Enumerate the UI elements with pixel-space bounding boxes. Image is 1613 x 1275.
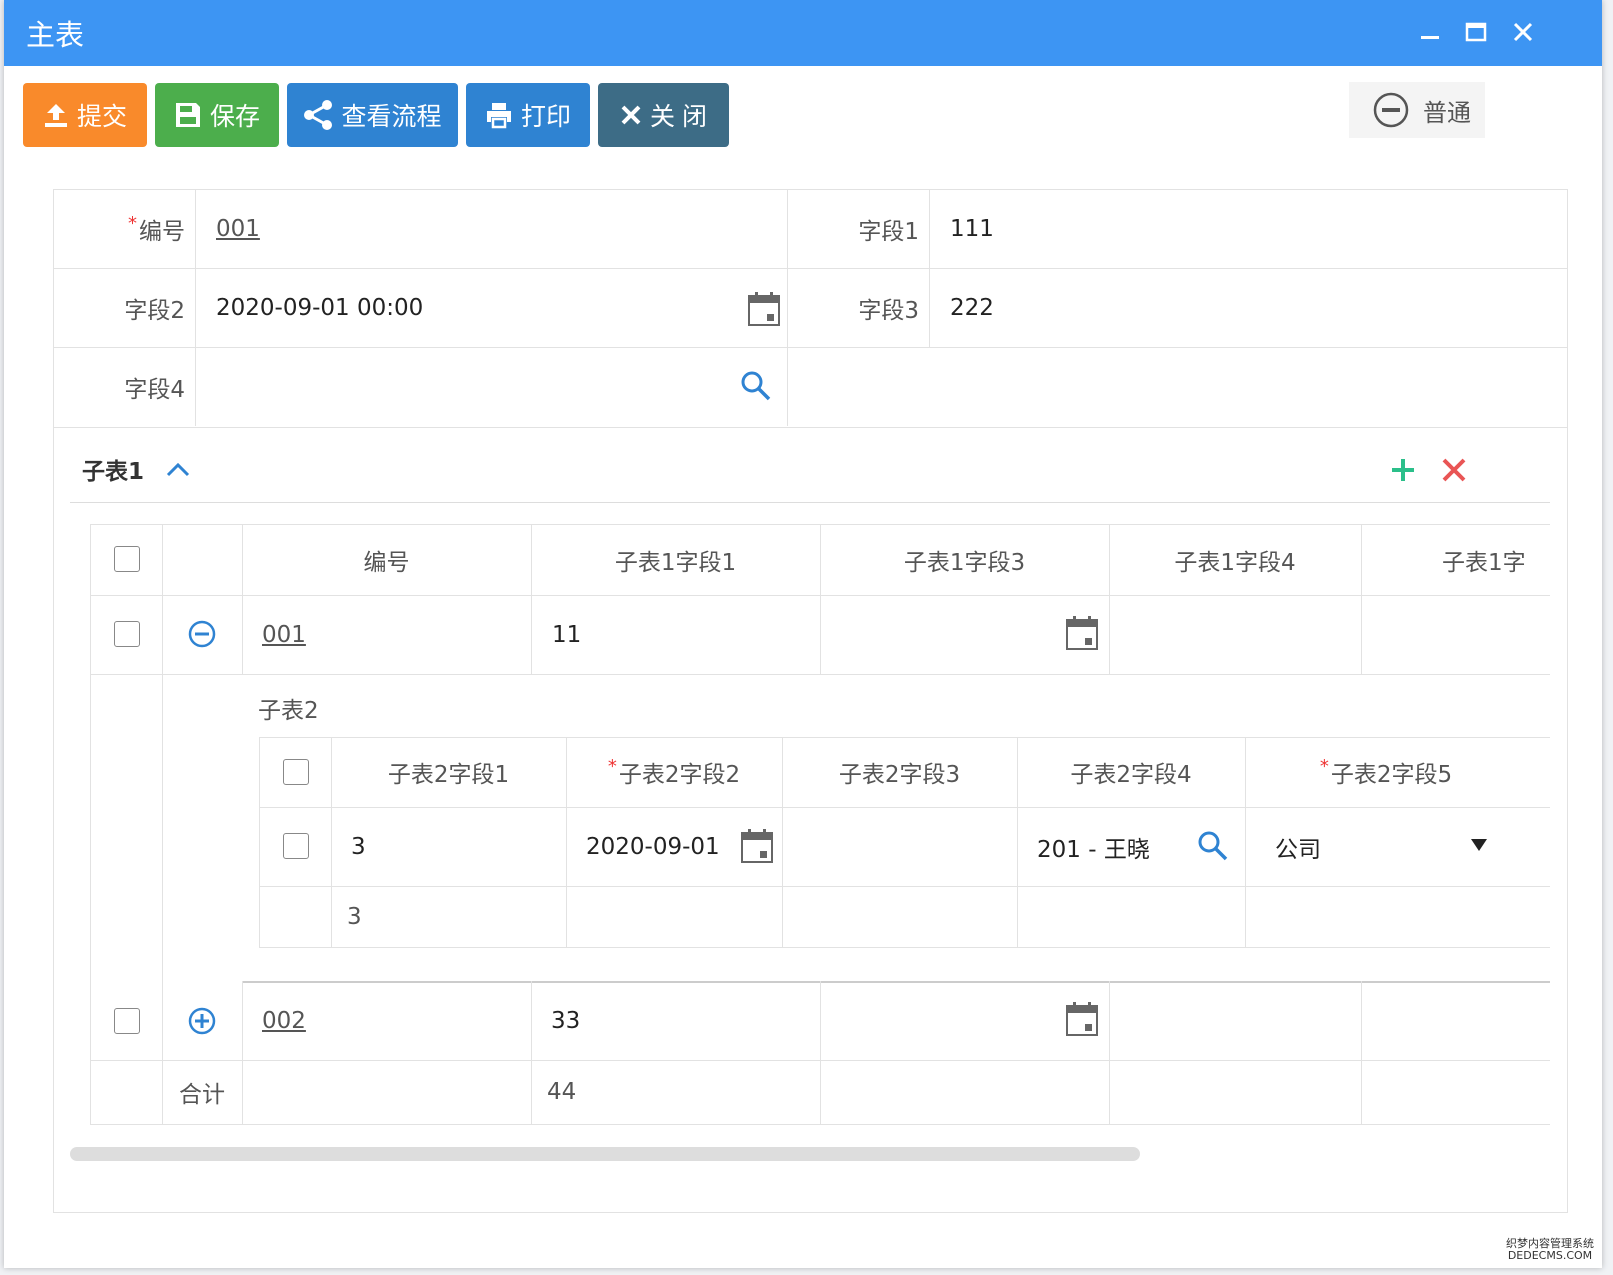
expand-row-icon[interactable] [188, 1007, 216, 1035]
field2-label: 字段2 [54, 269, 196, 347]
row-checkbox[interactable] [283, 833, 309, 859]
upload-icon [44, 104, 67, 127]
col-header: * 子表2字段5 [1319, 755, 1453, 789]
row-no[interactable]: 001 [262, 595, 306, 674]
search-icon[interactable] [1197, 830, 1229, 862]
field-no-value[interactable]: 001 [196, 190, 788, 268]
maximize-button[interactable] [1458, 14, 1494, 50]
window-title: 主表 [26, 18, 85, 52]
calendar-icon[interactable] [741, 829, 773, 863]
col-header: * 子表2字段2 [607, 755, 741, 789]
col-header: 编号 [363, 549, 410, 576]
field3-value[interactable]: 222 [930, 269, 1566, 347]
field1-label: 字段1 [788, 190, 930, 268]
subtable1-header[interactable]: 子表1 [82, 452, 190, 486]
title-bar: 主表 [4, 0, 1602, 66]
row-checkbox[interactable] [114, 621, 140, 647]
collapse-row-icon[interactable] [188, 620, 216, 648]
col-header: 子表1字段3 [903, 549, 1026, 576]
col-header: 子表1字段4 [1174, 549, 1296, 576]
total-value: 44 [547, 1079, 577, 1105]
subtable2-title: 子表2 [258, 698, 319, 724]
col-header: 子表2字段1 [387, 762, 510, 788]
watermark: 织梦内容管理系统 DEDECMS.COM [1506, 1237, 1594, 1262]
search-icon[interactable] [740, 370, 772, 402]
horizontal-scrollbar[interactable] [70, 1147, 1140, 1161]
view-flow-button[interactable]: 查看流程 [287, 83, 458, 147]
form-row: * 编号 001 字段1 111 [54, 190, 1567, 269]
form-row: 字段4 [54, 348, 1567, 427]
calendar-icon[interactable] [1066, 616, 1098, 650]
row-no[interactable]: 002 [262, 982, 306, 1060]
field1-value[interactable]: 111 [930, 190, 1566, 268]
submit-label: 提交 [76, 103, 127, 131]
print-label: 打印 [520, 103, 571, 131]
mode-label: 普通 [1423, 98, 1471, 127]
close-label: 关 闭 [650, 103, 707, 131]
calendar-icon[interactable] [748, 292, 780, 326]
subtable1-grid: 编号 子表1字段1 子表1字段3 子表1字段4 子表1字 001 11 子表2 [90, 524, 1550, 1130]
chevron-up-icon[interactable] [166, 461, 190, 477]
view-flow-label: 查看流程 [341, 103, 442, 131]
col-header: 子表2字段3 [838, 762, 961, 788]
main-form: * 编号 001 字段1 111 字段2 2020-09-01 00:00 字段3… [53, 189, 1568, 1213]
sub2-field5-select[interactable]: 公司 [1275, 807, 1321, 886]
close-icon [621, 105, 641, 125]
sub2-field2[interactable]: 2020-09-01 [586, 807, 720, 886]
field4-label: 字段4 [54, 348, 196, 426]
row-checkbox[interactable] [114, 1008, 140, 1034]
sub2-field4[interactable]: 201 - 王晓 [1037, 807, 1150, 886]
save-button[interactable]: 保存 [155, 83, 279, 147]
field4-input[interactable] [196, 348, 788, 426]
col-header: 子表1字段1 [614, 549, 737, 576]
calendar-icon[interactable] [1066, 1002, 1098, 1036]
mode-toggle[interactable]: 普通 [1349, 82, 1485, 138]
field-no-label: * 编号 [54, 190, 196, 268]
total-label: 合计 [179, 1082, 225, 1108]
share-icon [304, 100, 333, 130]
field2-input[interactable]: 2020-09-01 00:00 [196, 269, 788, 347]
minimize-button[interactable] [1412, 14, 1448, 50]
form-row: 字段2 2020-09-01 00:00 字段3 222 [54, 269, 1567, 348]
row-field1[interactable]: 33 [551, 982, 580, 1060]
print-button[interactable]: 打印 [466, 83, 590, 147]
printer-icon [486, 103, 511, 129]
submit-button[interactable]: 提交 [23, 83, 147, 147]
toolbar: 提交 保存 查看流程 打印 关 闭 [23, 83, 729, 147]
col-header: 子表2字段4 [1070, 762, 1192, 788]
sub2-field1[interactable]: 3 [351, 807, 366, 886]
save-icon [175, 103, 200, 127]
dropdown-arrow-icon[interactable] [1471, 839, 1487, 851]
row-field1[interactable]: 11 [552, 595, 581, 674]
save-label: 保存 [209, 103, 260, 131]
close-button[interactable]: 关 闭 [598, 83, 729, 147]
field3-label: 字段3 [788, 269, 930, 347]
subtable2-grid: 子表2字段1 * 子表2字段2 子表2字段3 子表2字段4 * 子表2字段5 3 2… [259, 737, 1550, 949]
minus-circle-icon [1373, 92, 1409, 128]
select-all-checkbox[interactable] [114, 546, 140, 572]
select-all-checkbox[interactable] [283, 759, 309, 785]
close-window-button[interactable] [1505, 14, 1541, 50]
delete-row-icon[interactable] [1441, 457, 1467, 483]
col-header: 子表1字 [1442, 549, 1526, 576]
subtable1-title: 子表1 [82, 459, 145, 485]
add-row-icon[interactable] [1389, 456, 1417, 484]
sub2-total-field1: 3 [347, 903, 362, 930]
form-window: 主表 提交 保存 查看流程 打印 关 闭 普通 * 编号 001 字段1 111… [4, 0, 1602, 1268]
